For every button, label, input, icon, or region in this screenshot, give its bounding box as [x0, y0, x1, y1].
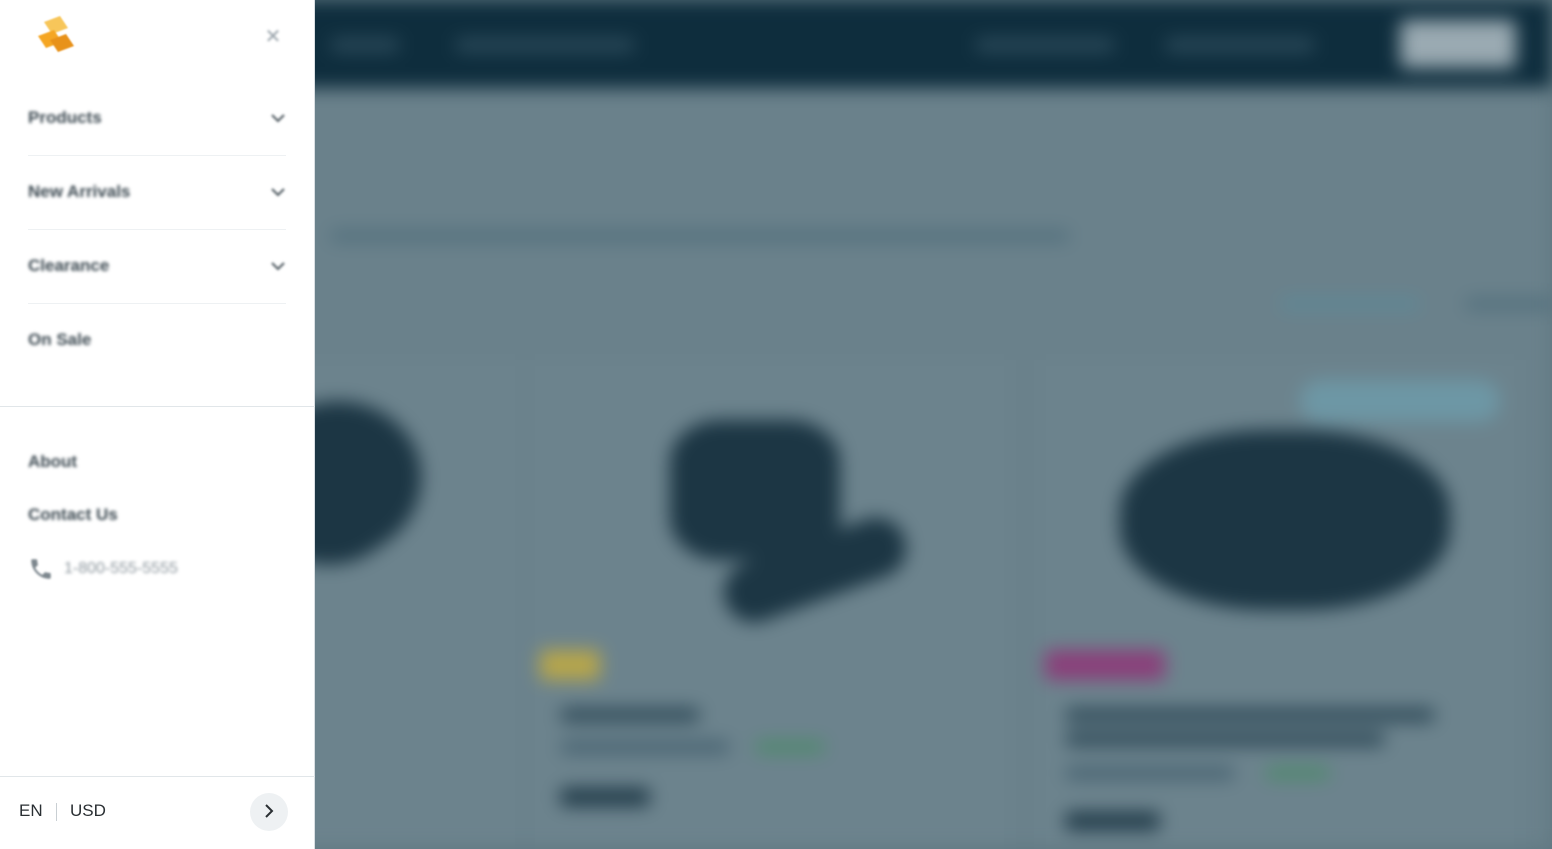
menu-item-label: New Arrivals	[28, 182, 131, 201]
menu-item-new-arrivals[interactable]: New Arrivals	[28, 155, 286, 229]
phone-number: 1-800-555-5555	[64, 560, 178, 577]
chevron-down-icon	[270, 184, 286, 200]
about-link[interactable]: About	[28, 452, 77, 472]
menu-item-label: Clearance	[28, 256, 110, 275]
brand-logo[interactable]	[32, 14, 78, 58]
phone-link[interactable]: 1-800-555-5555	[28, 556, 178, 582]
close-icon: ✕	[264, 26, 282, 48]
contact-us-link[interactable]: Contact Us	[28, 505, 118, 525]
close-menu-button[interactable]: ✕	[260, 24, 286, 50]
currency-selector[interactable]: USD	[70, 801, 106, 821]
menu-item-products[interactable]: Products	[28, 81, 286, 155]
footer-separator	[56, 803, 57, 821]
navigation-drawer: ✕ Products New Arrivals Clearance On Sal…	[0, 0, 315, 849]
menu-item-clearance[interactable]: Clearance	[28, 229, 286, 303]
section-divider	[0, 406, 315, 407]
language-selector[interactable]: EN	[19, 801, 43, 821]
menu-item-on-sale[interactable]: On Sale	[28, 303, 286, 377]
chevron-down-icon	[270, 110, 286, 126]
chevron-down-icon	[270, 258, 286, 274]
chevron-right-icon	[264, 803, 274, 822]
menu-item-label: Products	[28, 108, 102, 127]
phone-icon	[28, 556, 54, 582]
menu-item-label: On Sale	[28, 330, 92, 349]
locale-settings-button[interactable]	[250, 793, 288, 831]
drawer-footer: EN USD	[0, 777, 315, 849]
